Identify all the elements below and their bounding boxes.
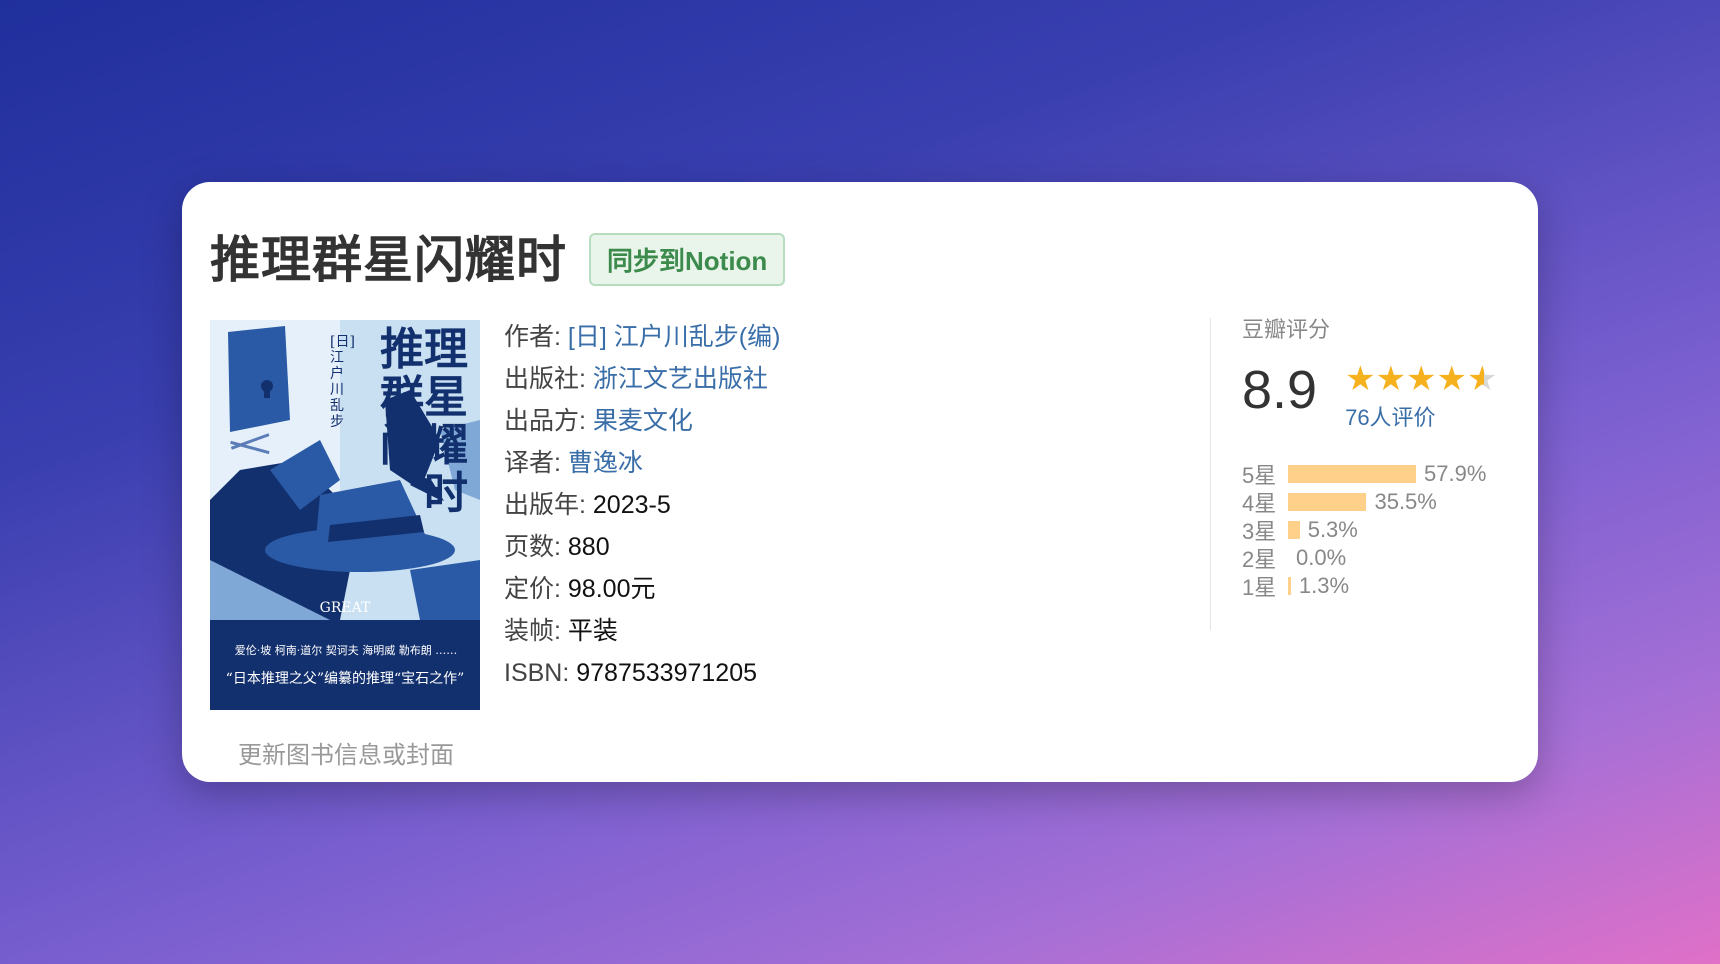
info-translator: 译者: 曹逸冰 (504, 442, 780, 484)
star-icon: ★ (1375, 360, 1407, 398)
cover-author-list: 爱伦·坡 柯南·道尔 契诃夫 海明威 勒布朗 …… (234, 644, 458, 657)
cover-author: [日] 江户川乱步 (330, 334, 355, 430)
update-book-info-link[interactable]: 更新图书信息或封面 (238, 735, 454, 770)
star-icon: ★ (1436, 360, 1468, 398)
dist-row-4: 4星 35.5% (1242, 488, 1532, 516)
info-value: 平装 (567, 617, 618, 645)
cover-title-line: 群星 (380, 372, 468, 423)
book-cover-image[interactable]: 推理 群星 闪耀 时 [日] 江户川乱步 GREAT 爱伦·坡 柯南·道尔 契诃… (210, 320, 480, 710)
dist-row-2: 2星 0.0% (1242, 544, 1532, 572)
cover-great-text: GREAT (319, 600, 371, 616)
score-row: 8.9 ★ ★ ★ ★ ★ 76人评价 (1242, 360, 1532, 432)
cover-title: 推理 群星 闪耀 时 (368, 326, 468, 518)
info-value: 2023-5 (592, 491, 671, 519)
book-title: 推理群星闪耀时 (210, 232, 567, 288)
score-side: ★ ★ ★ ★ ★ 76人评价 (1345, 362, 1497, 432)
sync-notion-button[interactable]: 同步到Notion (589, 232, 786, 286)
rating-stars: ★ ★ ★ ★ ★ (1345, 362, 1497, 396)
info-label: 装帧: (504, 617, 561, 645)
star-icon: ★ (1406, 360, 1437, 398)
cover-title-line: 推理 (380, 324, 468, 375)
dist-row-3: 3星 5.3% (1242, 516, 1532, 544)
translator-link[interactable]: 曹逸冰 (568, 449, 643, 477)
rating-label: 豆瓣评分 (1242, 317, 1331, 342)
divider (1210, 318, 1211, 630)
info-label: ISBN: (504, 659, 570, 687)
cover-title-line: 时 (424, 468, 468, 519)
rating-distribution: 5星 57.9% 4星 35.5% 3星 5.3% 2星 0.0% 1星 1.3… (1242, 460, 1532, 600)
info-label: 出版社: (504, 365, 586, 393)
info-binding: 装帧: 平装 (504, 610, 780, 652)
info-label: 定价: (504, 575, 561, 603)
douban-rating: 豆瓣评分 8.9 ★ ★ ★ ★ ★ 76人评价 5星 57.9% 4星 35.… (1242, 312, 1532, 600)
info-label: 出品方: (504, 407, 586, 435)
info-publisher: 出版社: 浙江文艺出版社 (504, 358, 780, 400)
info-value: 880 (567, 533, 610, 561)
info-isbn: ISBN: 9787533971205 (504, 652, 780, 694)
info-value: 98.00元 (567, 575, 656, 603)
dist-pct: 1.3% (1298, 573, 1350, 598)
star-icon: ★ (1345, 360, 1376, 398)
dist-pct: 0.0% (1296, 545, 1347, 570)
info-author: 作者: [日] 江户川乱步(编) (504, 316, 780, 358)
cover-title-line: 闪耀 (380, 420, 468, 471)
dist-pct: 5.3% (1307, 517, 1358, 542)
dist-pct: 57.9% (1424, 461, 1487, 486)
info-label: 页数: (504, 533, 561, 561)
info-label: 译者: (504, 449, 561, 477)
info-value: 9787533971205 (576, 659, 757, 687)
half-star-icon: ★ (1467, 360, 1498, 398)
rating-count-link[interactable]: 76人评价 (1345, 400, 1497, 432)
book-card: 推理群星闪耀时 同步到Notion 推理 群星 闪耀 时 [日] 江户川乱步 G… (182, 182, 1538, 782)
dist-label: 1星 (1242, 575, 1277, 600)
rating-score: 8.9 (1242, 360, 1318, 420)
info-pages: 页数: 880 (504, 526, 780, 568)
producer-link[interactable]: 果麦文化 (593, 407, 693, 435)
publisher-link[interactable]: 浙江文艺出版社 (593, 365, 768, 393)
dist-bar (1288, 577, 1291, 595)
cover-tagline: “日本推理之父”编纂的推理“宝石之作” (225, 671, 465, 687)
book-info: 作者: [日] 江户川乱步(编) 出版社: 浙江文艺出版社 出品方: 果麦文化 … (504, 316, 780, 694)
dist-pct: 35.5% (1374, 489, 1437, 514)
dist-bar (1288, 493, 1367, 511)
dist-row-1: 1星 1.3% (1242, 572, 1532, 600)
dist-bar (1288, 521, 1300, 539)
info-label: 作者: (504, 323, 561, 351)
dist-bar (1288, 465, 1416, 483)
info-year: 出版年: 2023-5 (504, 484, 780, 526)
author-link[interactable]: [日] 江户川乱步(编) (568, 323, 781, 351)
dist-row-5: 5星 57.9% (1242, 460, 1532, 488)
info-producer: 出品方: 果麦文化 (504, 400, 780, 442)
info-price: 定价: 98.00元 (504, 568, 780, 610)
title-row: 推理群星闪耀时 同步到Notion (210, 220, 786, 292)
info-label: 出版年: (504, 491, 586, 519)
